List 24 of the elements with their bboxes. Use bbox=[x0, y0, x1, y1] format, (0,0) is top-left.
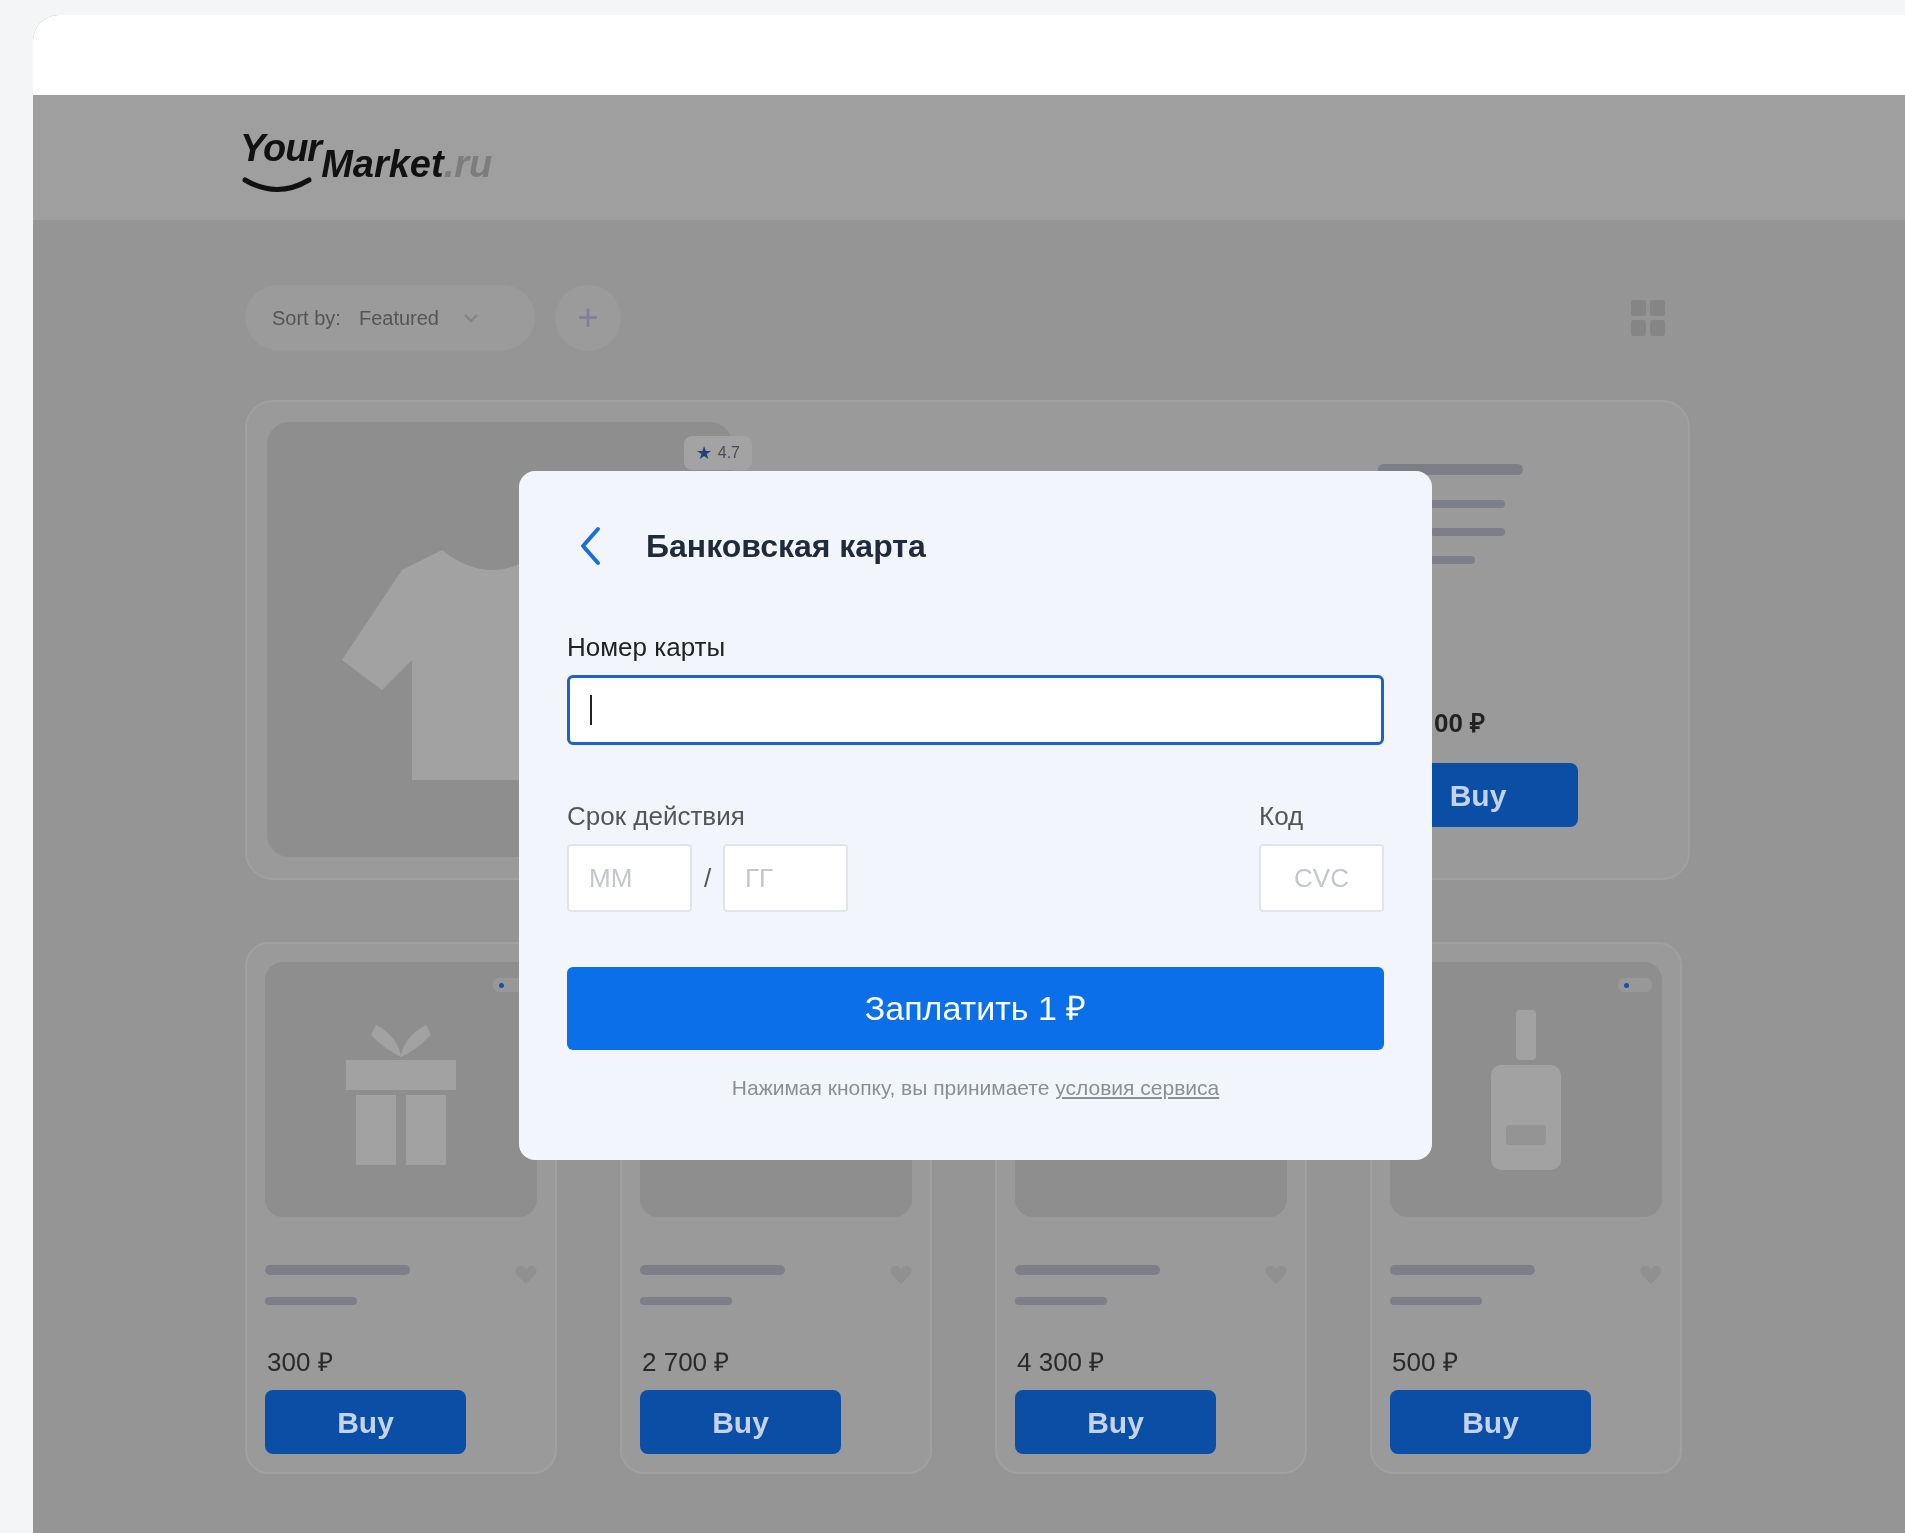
product-price: 2 700 ₽ bbox=[642, 1346, 731, 1379]
product-price: 00 ₽ bbox=[1434, 707, 1487, 740]
product-price: 300 ₽ bbox=[267, 1346, 334, 1379]
buy-button[interactable]: Buy bbox=[265, 1390, 466, 1454]
field-label: Номер карты bbox=[567, 631, 727, 664]
buy-button[interactable]: Buy bbox=[640, 1390, 841, 1454]
buy-button[interactable]: Buy bbox=[1390, 1390, 1591, 1454]
buy-button[interactable]: Buy bbox=[1015, 1390, 1216, 1454]
terms-text: Нажимая кнопку, вы принимаете условия сервиса bbox=[730, 1075, 1221, 1101]
rating-badge: ★ 4.7 bbox=[683, 436, 752, 470]
product-price: 4 300 ₽ bbox=[1017, 1346, 1106, 1379]
card-number-field[interactable] bbox=[567, 675, 1384, 745]
product-price: 500 ₽ bbox=[1392, 1346, 1459, 1379]
field-label: Срок действия bbox=[567, 800, 746, 833]
star-icon: ★ bbox=[695, 439, 712, 467]
date-separator: / bbox=[702, 861, 713, 895]
back-icon[interactable] bbox=[579, 526, 601, 566]
pay-button[interactable]: Заплатить 1 ₽ bbox=[567, 967, 1384, 1050]
text-cursor bbox=[590, 695, 592, 725]
terms-link[interactable]: условия сервиса bbox=[1055, 1076, 1220, 1099]
sort-dropdown[interactable]: Sort by: Featured bbox=[245, 285, 535, 350]
field-label: Код bbox=[1259, 800, 1305, 833]
dialog-title: Банковская карта bbox=[646, 527, 926, 566]
image-pager bbox=[1618, 978, 1652, 992]
